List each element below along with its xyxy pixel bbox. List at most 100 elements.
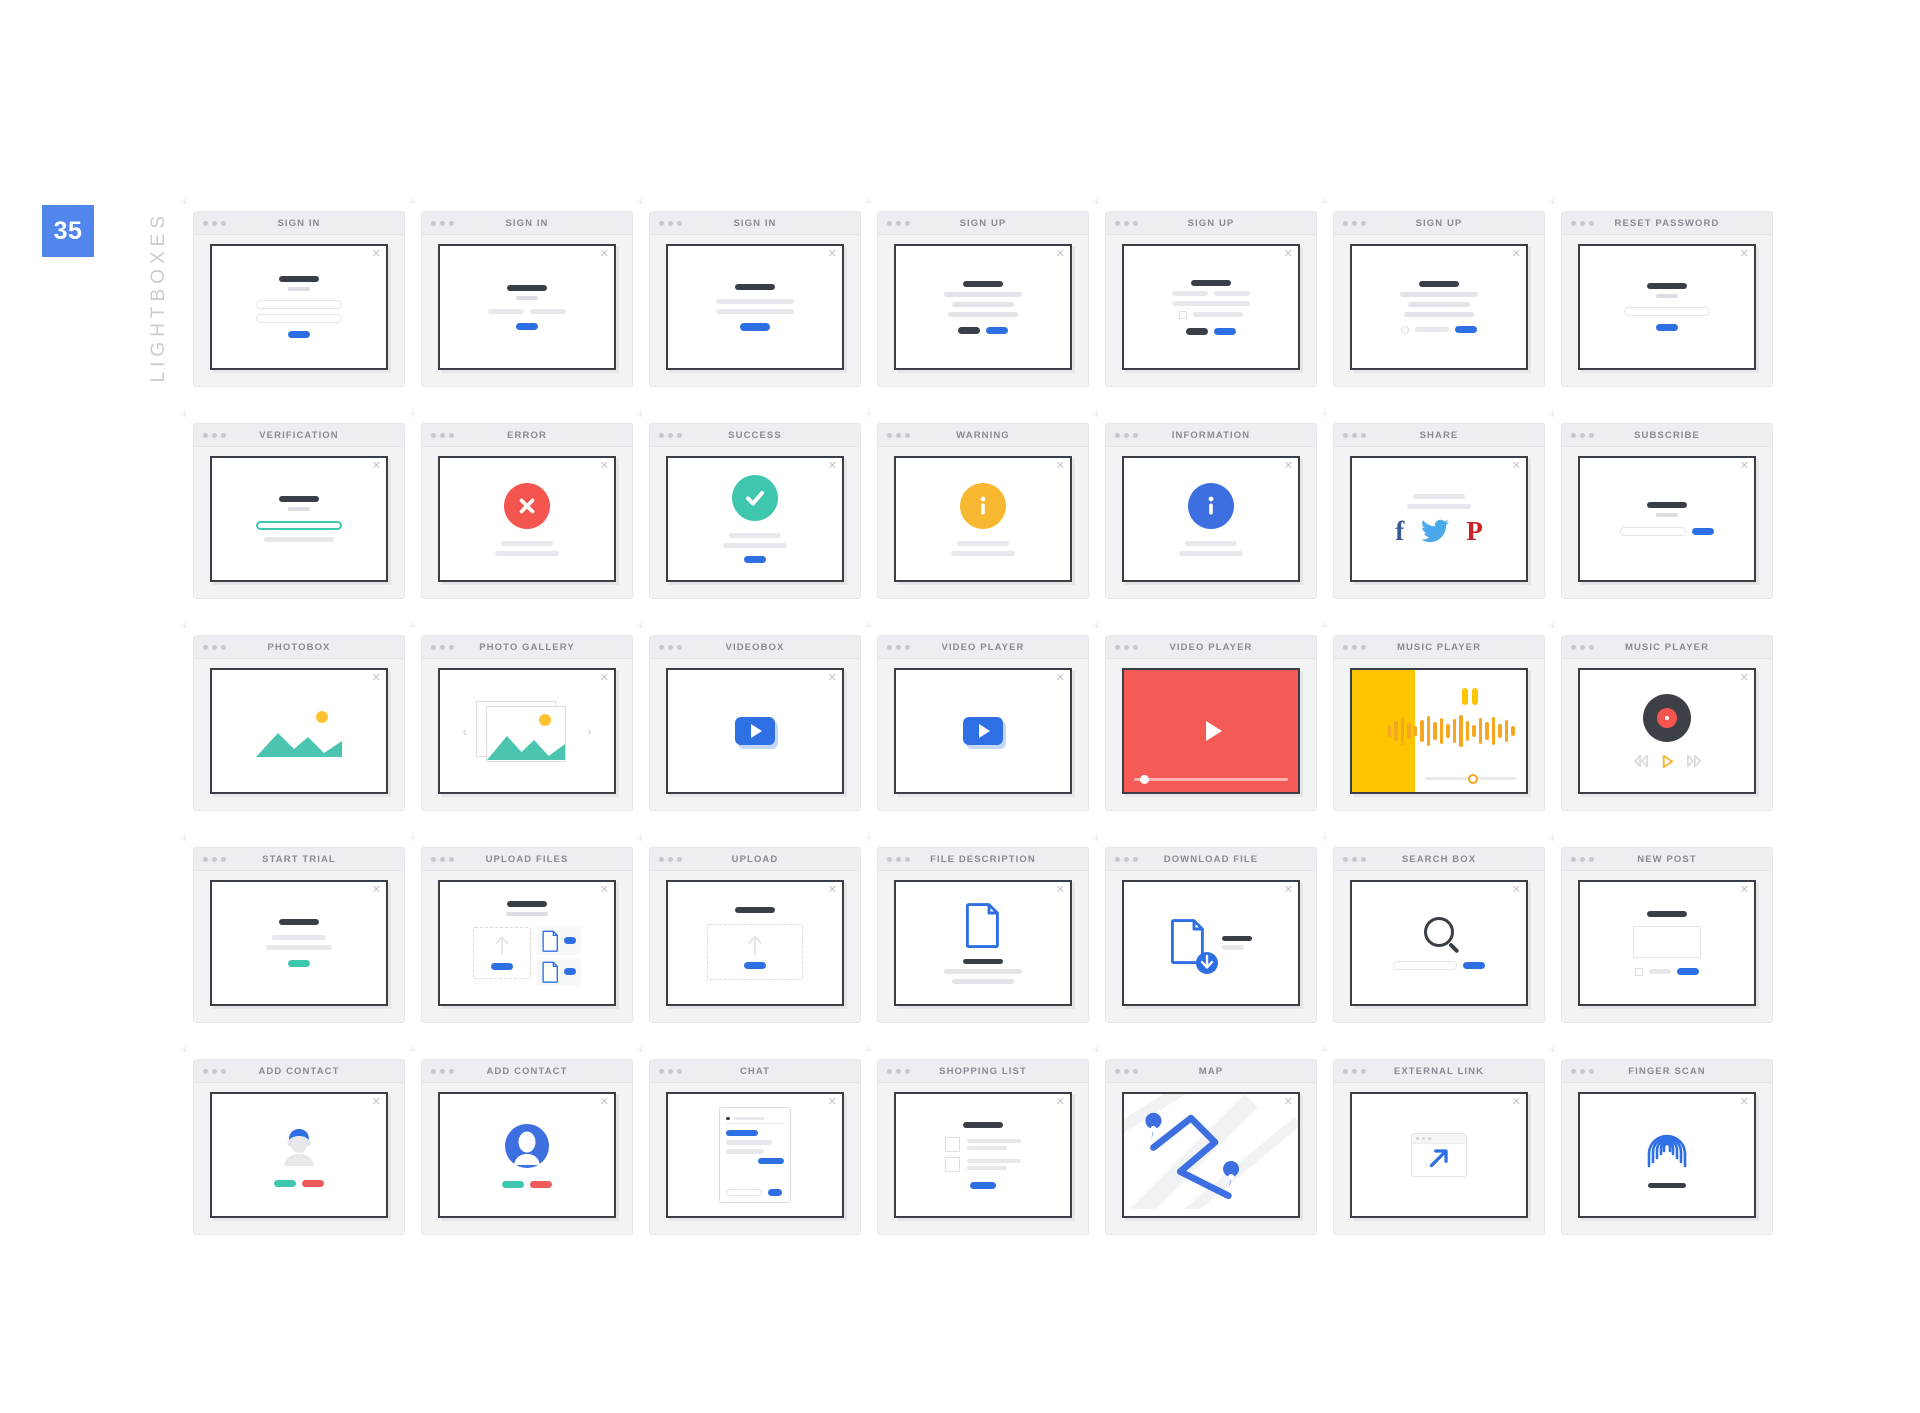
facebook-icon[interactable]: f: [1395, 517, 1404, 545]
card-upload-files[interactable]: UPLOAD FILES ✕: [416, 841, 638, 1027]
card-upload[interactable]: UPLOAD ✕: [644, 841, 866, 1027]
window-controls[interactable]: [659, 856, 682, 862]
card-photobox[interactable]: PHOTOBOX ✕: [188, 629, 410, 815]
card-shopping-list[interactable]: SHOPPING LIST ✕: [872, 1053, 1094, 1239]
window-controls[interactable]: [203, 432, 226, 438]
window-controls[interactable]: [431, 856, 454, 862]
window-controls[interactable]: [1343, 220, 1366, 226]
music-progress-knob[interactable]: [1468, 773, 1479, 784]
window-controls[interactable]: [203, 220, 226, 226]
signup-button[interactable]: [1214, 327, 1236, 335]
browse-button[interactable]: [744, 962, 766, 970]
signup-button[interactable]: [1455, 326, 1477, 333]
search-button[interactable]: [1463, 961, 1485, 969]
card-video-player-1[interactable]: VIDEO PLAYER ✕: [872, 629, 1094, 815]
window-controls[interactable]: [431, 432, 454, 438]
search-input[interactable]: [1393, 960, 1457, 970]
card-sign-in-2[interactable]: SIGN IN ✕: [416, 205, 638, 391]
list-item[interactable]: [945, 1136, 1021, 1152]
save-contact-button[interactable]: [274, 1179, 296, 1187]
dropzone[interactable]: [707, 923, 803, 980]
card-error[interactable]: ERROR ✕: [416, 417, 638, 603]
card-reset-password[interactable]: RESET PASSWORD ✕: [1556, 205, 1778, 391]
delete-contact-button[interactable]: [530, 1180, 552, 1188]
gallery-carousel[interactable]: [472, 698, 582, 764]
video-progress-bar[interactable]: [1134, 775, 1288, 784]
username-input[interactable]: [256, 300, 342, 309]
save-contact-button[interactable]: [502, 1180, 524, 1188]
play-button[interactable]: [963, 717, 1003, 745]
window-controls[interactable]: [659, 220, 682, 226]
code-input[interactable]: [256, 521, 342, 530]
window-controls[interactable]: [887, 1068, 910, 1074]
window-controls[interactable]: [1571, 220, 1594, 226]
start-trial-button[interactable]: [288, 960, 310, 967]
window-controls[interactable]: [887, 644, 910, 650]
window-controls[interactable]: [1115, 220, 1138, 226]
window-controls[interactable]: [431, 644, 454, 650]
window-controls[interactable]: [659, 644, 682, 650]
file-action-button[interactable]: [564, 968, 576, 975]
card-sign-up-2[interactable]: SIGN UP ✕: [1100, 205, 1322, 391]
card-sign-in-3[interactable]: SIGN IN ✕: [644, 205, 866, 391]
card-add-contact-2[interactable]: ADD CONTACT ✕: [416, 1053, 638, 1239]
cancel-button[interactable]: [1186, 327, 1208, 335]
card-search-box[interactable]: SEARCH BOX ✕: [1328, 841, 1550, 1027]
card-finger-scan[interactable]: FINGER SCAN ✕: [1556, 1053, 1778, 1239]
card-sign-up-1[interactable]: SIGN UP ✕: [872, 205, 1094, 391]
prev-arrow-icon[interactable]: ‹: [462, 724, 467, 738]
email-input[interactable]: [1624, 307, 1710, 316]
window-controls[interactable]: [1343, 1068, 1366, 1074]
reset-button[interactable]: [1656, 324, 1678, 331]
card-photo-gallery[interactable]: PHOTO GALLERY✕‹›: [416, 629, 638, 815]
download-badge-icon[interactable]: [1195, 951, 1219, 975]
window-controls[interactable]: [1343, 856, 1366, 862]
consent-radio[interactable]: [1401, 325, 1409, 334]
window-controls[interactable]: [1571, 644, 1594, 650]
external-window[interactable]: [1411, 1133, 1467, 1177]
card-video-player-2[interactable]: VIDEO PLAYER ✕: [1100, 629, 1322, 815]
email-input[interactable]: [1620, 527, 1686, 536]
chat-input-row[interactable]: [726, 1189, 784, 1196]
attach-checkbox[interactable]: [1635, 967, 1643, 976]
delete-contact-button[interactable]: [302, 1179, 324, 1187]
checkout-button[interactable]: [970, 1181, 996, 1189]
list-item[interactable]: [945, 1156, 1021, 1172]
play-triangle-icon[interactable]: [1205, 721, 1222, 741]
window-controls[interactable]: [1343, 644, 1366, 650]
card-success[interactable]: SUCCESS ✕: [644, 417, 866, 603]
card-start-trial[interactable]: START TRIAL ✕: [188, 841, 410, 1027]
video-progress-knob[interactable]: [1140, 775, 1149, 784]
terms-checkbox[interactable]: [1179, 310, 1187, 319]
window-controls[interactable]: [1115, 1068, 1138, 1074]
video-surface[interactable]: [1124, 670, 1298, 792]
pinterest-icon[interactable]: P: [1466, 517, 1483, 545]
window-controls[interactable]: [659, 1068, 682, 1074]
ok-button[interactable]: [744, 556, 766, 563]
window-controls[interactable]: [1115, 432, 1138, 438]
card-chat[interactable]: CHAT ✕: [644, 1053, 866, 1239]
window-controls[interactable]: [203, 1068, 226, 1074]
window-controls[interactable]: [1115, 644, 1138, 650]
window-controls[interactable]: [1343, 432, 1366, 438]
window-controls[interactable]: [887, 220, 910, 226]
twitter-icon[interactable]: [1421, 519, 1450, 543]
card-new-post[interactable]: NEW POST ✕: [1556, 841, 1778, 1027]
signup-button[interactable]: [986, 326, 1008, 334]
cancel-button[interactable]: [958, 326, 980, 334]
password-input[interactable]: [256, 314, 342, 323]
card-download-file[interactable]: DOWNLOAD FILE ✕: [1100, 841, 1322, 1027]
play-icon[interactable]: [1661, 754, 1674, 769]
rewind-icon[interactable]: [1633, 754, 1649, 768]
window-controls[interactable]: [887, 856, 910, 862]
card-file-description[interactable]: FILE DESCRIPTION ✕: [872, 841, 1094, 1027]
card-music-player-1[interactable]: MUSIC PLAYER ✕: [1328, 629, 1550, 815]
chat-send-button[interactable]: [768, 1189, 782, 1196]
submit-button[interactable]: [516, 322, 538, 330]
window-controls[interactable]: [203, 644, 226, 650]
play-button[interactable]: [735, 717, 775, 745]
window-controls[interactable]: [1115, 856, 1138, 862]
card-add-contact-1[interactable]: ADD CONTACT ✕: [188, 1053, 410, 1239]
pause-icon[interactable]: [1462, 688, 1479, 705]
post-textarea[interactable]: [1633, 925, 1701, 958]
